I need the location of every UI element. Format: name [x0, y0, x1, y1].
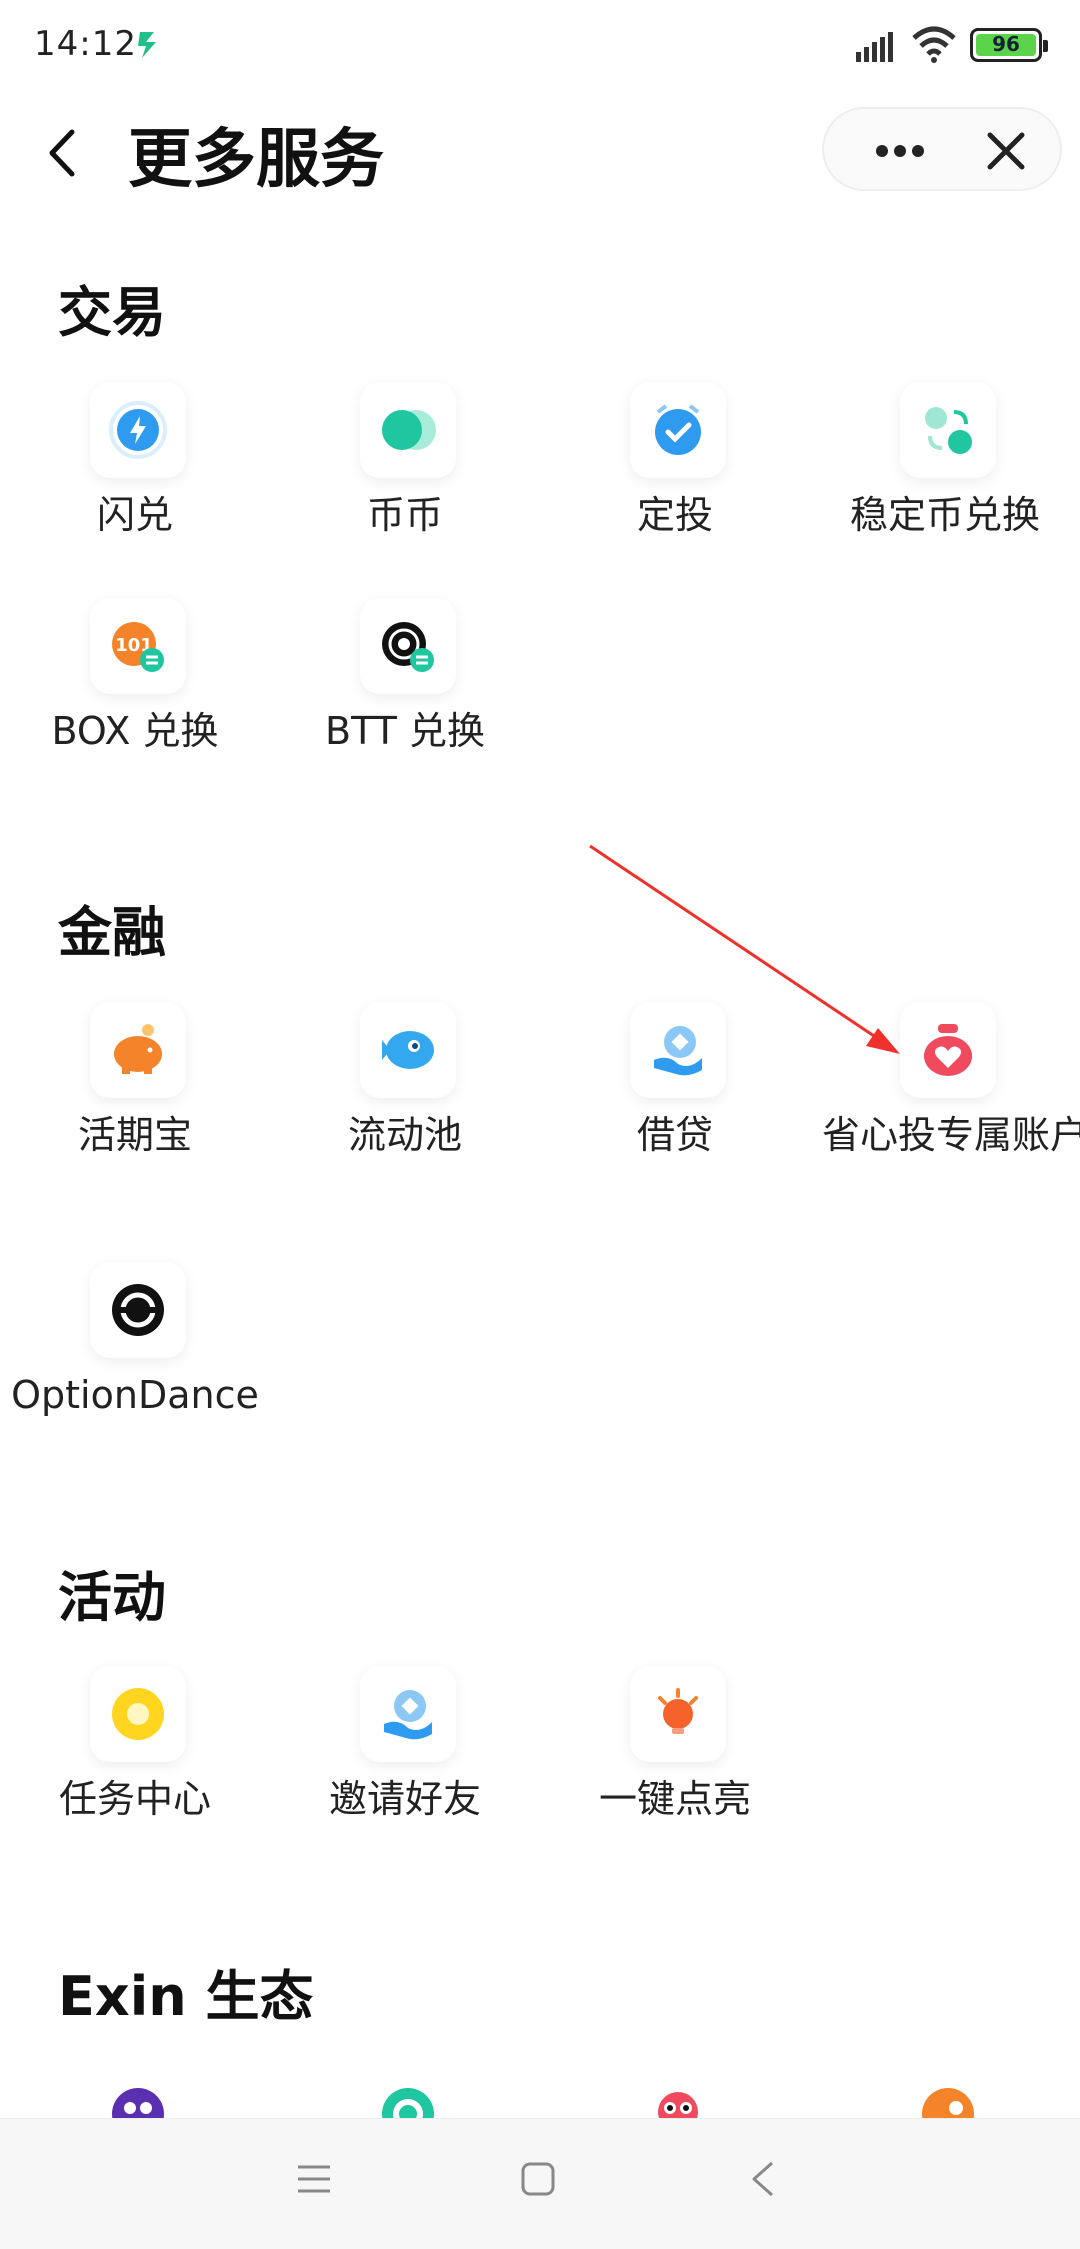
close-icon[interactable] — [984, 129, 1028, 173]
service-label: 闪兑 — [96, 493, 173, 537]
btt-swap-icon — [360, 598, 456, 694]
service-box-swap[interactable]: 101 BOX 兑换 — [0, 598, 270, 798]
back-arrow-icon[interactable] — [38, 118, 88, 188]
nav-back-icon[interactable] — [748, 2159, 778, 2199]
flash-swap-icon — [90, 382, 186, 478]
more-options-icon[interactable] — [870, 131, 930, 171]
money-bag-icon — [900, 1002, 996, 1098]
service-stablecoin-swap[interactable]: 稳定币兑换 — [810, 382, 1080, 582]
service-flash-swap[interactable]: 闪兑 — [0, 382, 270, 582]
bird-icon[interactable] — [648, 2078, 708, 2118]
piggy-bank-icon — [90, 1002, 186, 1098]
service-task-center[interactable]: 任务中心 — [0, 1666, 270, 1866]
service-label: 借贷 — [636, 1113, 713, 1157]
service-coin-coin[interactable]: 币币 — [270, 382, 540, 582]
auto-invest-icon — [630, 382, 726, 478]
wifi-icon — [912, 26, 956, 63]
box-swap-icon: 101 — [90, 598, 186, 694]
light-up-icon — [630, 1666, 726, 1762]
section-title-activity: 活动 — [58, 1566, 166, 1629]
invite-friends-icon — [360, 1666, 456, 1762]
battery-icon: 96 — [970, 28, 1048, 62]
service-label: 省心投专属账户 — [821, 1113, 1080, 1157]
section-title-finance: 金融 — [58, 901, 166, 964]
service-optiondance[interactable]: OptionDance — [0, 1262, 270, 1462]
section-title-trade: 交易 — [58, 281, 166, 344]
section-title-exin-ecosystem: Exin 生态 — [58, 1965, 314, 2028]
orange-eye-icon[interactable] — [918, 2084, 978, 2118]
purple-owl-icon[interactable] — [108, 2084, 168, 2118]
charging-app-icon — [138, 32, 156, 58]
task-center-icon — [90, 1666, 186, 1762]
lending-icon — [630, 1002, 726, 1098]
exin-ecosystem-partial-icons — [0, 2070, 1080, 2118]
c-logo-icon[interactable] — [378, 2084, 438, 2118]
home-icon[interactable] — [520, 2161, 556, 2197]
battery-level: 96 — [992, 32, 1020, 56]
system-navigation-bar — [0, 2118, 1080, 2249]
service-btt-swap[interactable]: BTT 兑换 — [270, 598, 540, 798]
service-label: BTT 兑换 — [325, 709, 485, 753]
status-time: 14:12 — [34, 24, 137, 64]
service-label: BOX 兑换 — [51, 709, 219, 753]
coin-coin-icon — [360, 382, 456, 478]
service-invite-friends[interactable]: 邀请好友 — [270, 1666, 540, 1866]
optiondance-icon — [90, 1262, 186, 1358]
service-label: 流动池 — [347, 1113, 462, 1157]
service-current-savings[interactable]: 活期宝 — [0, 1002, 270, 1202]
cellular-signal-icon — [856, 32, 893, 62]
status-bar: 14:12 96 — [0, 0, 1080, 90]
service-label: 活期宝 — [77, 1113, 192, 1157]
mini-program-capsule — [822, 107, 1062, 191]
stablecoin-swap-icon — [900, 382, 996, 478]
service-label: 任务中心 — [58, 1777, 211, 1821]
service-label: OptionDance — [11, 1373, 259, 1417]
service-label: 一键点亮 — [598, 1777, 751, 1821]
service-auto-invest[interactable]: 定投 — [540, 382, 810, 582]
service-one-click-light[interactable]: 一键点亮 — [540, 1666, 810, 1866]
page-title: 更多服务 — [128, 123, 384, 197]
service-lending[interactable]: 借贷 — [540, 1002, 810, 1202]
service-label: 稳定币兑换 — [849, 493, 1040, 537]
liquidity-pool-icon — [360, 1002, 456, 1098]
recent-apps-icon[interactable] — [296, 2161, 332, 2197]
service-label: 定投 — [636, 493, 713, 537]
service-label: 邀请好友 — [328, 1777, 481, 1821]
service-worry-free-account[interactable]: 省心投专属账户 — [810, 1002, 1080, 1202]
service-label: 币币 — [366, 493, 443, 537]
service-liquidity-pool[interactable]: 流动池 — [270, 1002, 540, 1202]
